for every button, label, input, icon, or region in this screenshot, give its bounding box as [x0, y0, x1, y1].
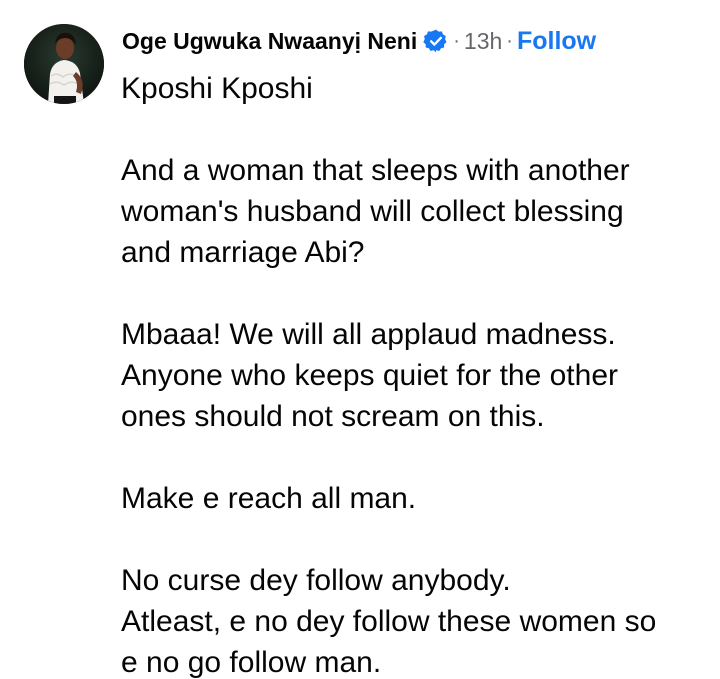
- profile-photo-icon: [24, 24, 104, 104]
- avatar[interactable]: [24, 24, 104, 104]
- post-paragraph: And a woman that sleeps with another wom…: [121, 154, 630, 269]
- post-paragraph: No curse dey follow anybody. Atleast, e …: [121, 564, 657, 679]
- follow-button[interactable]: Follow: [517, 27, 596, 56]
- verified-badge-icon: [423, 28, 449, 54]
- post-header: Oge Ugwuka Nwaanyị Neni · 13h · Follow: [122, 26, 596, 56]
- social-post: Oge Ugwuka Nwaanyị Neni · 13h · Follow K…: [0, 0, 720, 679]
- post-paragraph: Kposhi Kposhi: [121, 72, 313, 105]
- post-paragraph: Make e reach all man.: [121, 482, 417, 515]
- post-time[interactable]: 13h: [464, 28, 502, 55]
- post-text: Kposhi Kposhi And a woman that sleeps wi…: [121, 68, 711, 679]
- separator-dot: ·: [453, 29, 460, 52]
- post-paragraph: Mbaaa! We will all applaud madness. Anyo…: [121, 318, 618, 433]
- separator-dot-2: ·: [506, 29, 513, 52]
- author-name[interactable]: Oge Ugwuka Nwaanyị Neni: [122, 28, 417, 55]
